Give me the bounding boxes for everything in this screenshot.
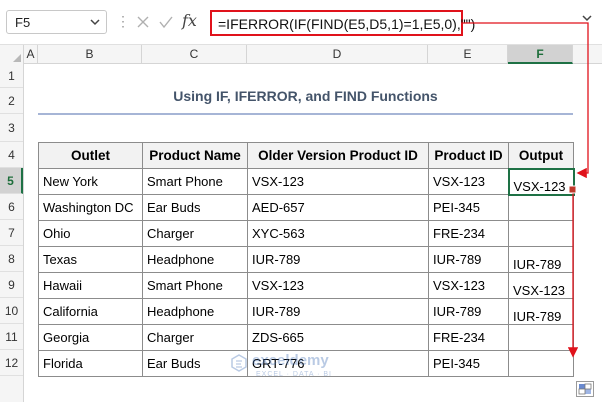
cell-older-product-id[interactable]: ZDS-665 [247,324,429,351]
cell-older-product-id[interactable]: IUR-789 [247,298,429,325]
cell-output[interactable]: VSX-123 [508,272,574,299]
cell-product-id[interactable]: PEI-345 [428,194,509,221]
cell-product-name[interactable]: Smart Phone [142,272,248,299]
cell-outlet[interactable]: Hawaii [38,272,143,299]
row-header-10[interactable]: 10 [0,298,23,324]
cell-outlet[interactable]: Florida [38,350,143,377]
cell-older-product-id[interactable]: IUR-789 [247,246,429,273]
cell-output[interactable] [508,350,574,377]
table-row: Washington DC Ear Buds AED-657 PEI-345 [38,194,574,221]
cell-older-product-id[interactable]: VSX-123 [247,168,429,195]
sheet-title[interactable]: Using IF, IFERROR, and FIND Functions [38,88,573,104]
cell-product-name[interactable]: Charger [142,220,248,247]
column-header-f[interactable]: F [508,45,573,64]
formula-input[interactable]: =IFERROR(IF(FIND(E5,D5,1)=1,E5,0),"") [210,10,475,36]
name-box[interactable]: F5 [6,10,107,34]
table-row: New York Smart Phone VSX-123 VSX-123 VSX… [38,167,575,196]
cell-product-id[interactable]: VSX-123 [428,168,509,195]
cell-product-name[interactable]: Headphone [142,298,248,325]
cell-older-product-id[interactable]: XYC-563 [247,220,429,247]
function-icon[interactable]: fx [182,11,197,30]
table-row: Ohio Charger XYC-563 FRE-234 [38,220,574,247]
row-headers: 1 2 3 4 5 6 7 8 9 10 11 12 [0,64,24,402]
cell-output[interactable]: IUR-789 [508,246,574,273]
chevron-down-icon[interactable] [90,18,100,26]
header-outlet[interactable]: Outlet [38,142,143,169]
cell-output[interactable]: IUR-789 [508,298,574,325]
table-header-row: Outlet Product Name Older Version Produc… [38,142,574,169]
header-older-version-product-id[interactable]: Older Version Product ID [247,142,429,169]
select-all-corner[interactable] [0,45,24,64]
watermark-logo-icon [231,354,247,372]
cell-product-id[interactable]: IUR-789 [428,298,509,325]
row-header-4[interactable]: 4 [0,142,23,168]
table-row: Georgia Charger ZDS-665 FRE-234 [38,324,574,351]
expand-formula-bar-icon[interactable] [582,14,592,22]
cancel-icon[interactable] [136,15,150,29]
enter-icon[interactable] [158,15,174,29]
column-header-e[interactable]: E [428,45,508,64]
column-header-c[interactable]: C [142,45,247,64]
cell-outlet[interactable]: Washington DC [38,194,143,221]
watermark-name: exceldemy [252,352,329,369]
column-header-a[interactable]: A [24,45,38,64]
cell-outlet[interactable]: Texas [38,246,143,273]
column-header-b[interactable]: B [38,45,142,64]
row-header-5[interactable]: 5 [0,168,23,194]
name-box-value: F5 [15,15,31,30]
watermark-tagline: EXCEL · DATA · BI [256,371,332,378]
title-underline [38,113,573,115]
cell-product-name[interactable]: Smart Phone [142,168,248,195]
row-header-8[interactable]: 8 [0,246,23,272]
cell-outlet[interactable]: New York [38,168,143,195]
cell-output[interactable] [508,220,574,247]
cell-output[interactable] [508,324,574,351]
cell-outlet[interactable]: Ohio [38,220,143,247]
formula-buttons: fx [130,10,202,34]
more-icon: ⋮ [116,13,130,29]
cell-product-id[interactable]: IUR-789 [428,246,509,273]
row-header-2[interactable]: 2 [0,88,23,114]
row-header-3[interactable]: 3 [0,114,23,142]
table-row: California Headphone IUR-789 IUR-789 IUR… [38,298,574,325]
cell-older-product-id[interactable]: VSX-123 [247,272,429,299]
table-row: Texas Headphone IUR-789 IUR-789 IUR-789 [38,246,574,273]
row-header-7[interactable]: 7 [0,220,23,246]
cell-product-id[interactable]: FRE-234 [428,324,509,351]
row-header-12[interactable]: 12 [0,350,23,376]
row-header-11[interactable]: 11 [0,324,23,350]
cell-product-name[interactable]: Charger [142,324,248,351]
paste-options-icon[interactable] [576,381,594,397]
row-header-6[interactable]: 6 [0,194,23,220]
formula-bar: F5 ⋮ fx =IFERROR(IF(FIND(E5,D5,1)=1,E5,0… [0,0,602,44]
header-product-name[interactable]: Product Name [142,142,248,169]
formula-text: =IFERROR(IF(FIND(E5,D5,1)=1,E5,0),"") [218,16,476,32]
row-header-9[interactable]: 9 [0,272,23,298]
cell-older-product-id[interactable]: AED-657 [247,194,429,221]
row-header-1[interactable]: 1 [0,64,23,88]
cell-product-id[interactable]: FRE-234 [428,220,509,247]
watermark: exceldemy EXCEL · DATA · BI [230,352,370,382]
cell-product-id[interactable]: VSX-123 [428,272,509,299]
header-product-id[interactable]: Product ID [428,142,509,169]
cell-product-name[interactable]: Ear Buds [142,194,248,221]
cell-output-selected[interactable]: VSX-123 [507,167,575,196]
header-output[interactable]: Output [508,142,574,169]
cell-outlet[interactable]: Georgia [38,324,143,351]
cell-output[interactable] [508,194,574,221]
table-row: Hawaii Smart Phone VSX-123 VSX-123 VSX-1… [38,272,574,299]
cell-outlet[interactable]: California [38,298,143,325]
column-headers: A B C D E F [0,44,602,64]
cell-product-id[interactable]: PEI-345 [428,350,509,377]
data-table: Outlet Product Name Older Version Produc… [38,142,575,377]
cell-product-name[interactable]: Headphone [142,246,248,273]
column-header-d[interactable]: D [247,45,428,64]
